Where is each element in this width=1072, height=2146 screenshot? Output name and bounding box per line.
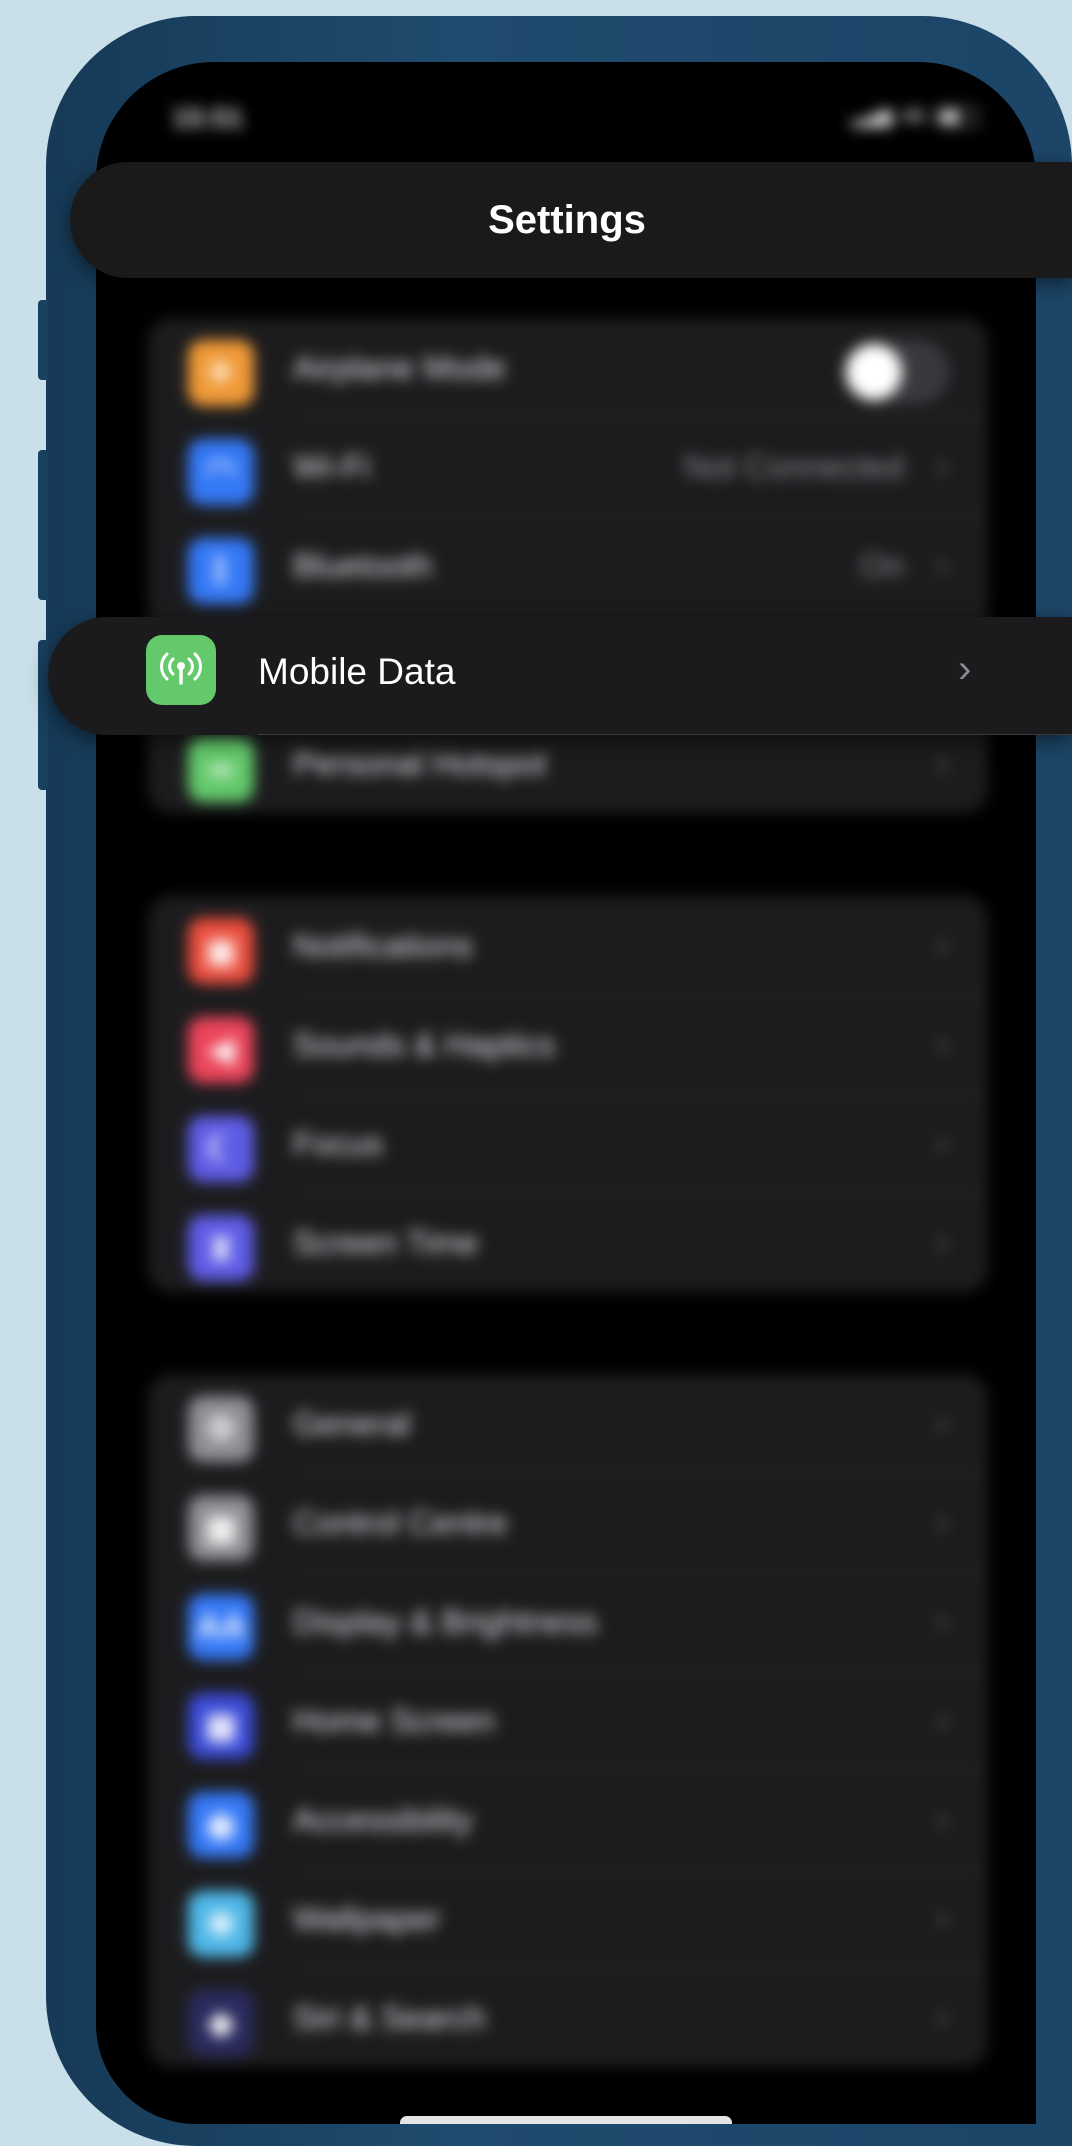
row-label: Siri & Search [293, 1998, 486, 2036]
mobile-data-label: Mobile Data [258, 651, 456, 692]
chevron-right-icon: › [936, 1223, 948, 1261]
focus-icon: ☾ [188, 1116, 254, 1182]
chevron-right-icon: › [936, 1503, 948, 1541]
row-label: Accessibility [293, 1800, 473, 1838]
settings-row-notifications[interactable]: ▣ Notifications › [148, 896, 988, 995]
settings-row-bluetooth[interactable]: ᛒ Bluetooth On › [148, 516, 988, 615]
accessibility-icon: ◉ [188, 1792, 254, 1858]
home-screen-icon: ▦ [188, 1693, 254, 1759]
volume-up-button [38, 450, 48, 600]
silent-switch [38, 300, 48, 380]
notifications-icon: ▣ [188, 918, 254, 984]
chevron-right-icon: › [936, 1404, 948, 1442]
page-title: Settings [488, 197, 646, 242]
chevron-right-icon: › [936, 1701, 948, 1739]
bluetooth-icon: ᛒ [188, 538, 254, 604]
settings-row-wi-fi[interactable]: ◠ Wi-Fi Not Connected › [148, 417, 988, 516]
row-label: Home Screen [293, 1701, 495, 1739]
settings-row-airplane-mode[interactable]: ✈ Airplane Mode [148, 318, 988, 417]
row-label: Focus [293, 1124, 383, 1162]
chevron-right-icon: › [936, 744, 948, 782]
siri-search-icon: ◆ [188, 1990, 254, 2056]
row-label: Display & Brightness [293, 1602, 598, 1640]
settings-row-control-centre[interactable]: ▦ Control Centre › [148, 1473, 988, 1572]
chevron-right-icon: › [936, 1025, 948, 1063]
row-label: Screen Time [293, 1223, 479, 1261]
row-separator [258, 734, 1072, 735]
airplane-mode-toggle[interactable] [842, 340, 950, 404]
status-time: 15:51 [172, 102, 244, 133]
signal-icon: ▂▄▆ [851, 106, 892, 126]
sounds-haptics-icon: ◀ [188, 1017, 254, 1083]
chevron-right-icon: › [936, 447, 948, 485]
row-label: General [293, 1404, 411, 1442]
chevron-right-icon: › [936, 1899, 948, 1937]
chevron-right-icon: › [936, 1998, 948, 2036]
personal-hotspot-icon: ∞ [188, 736, 254, 802]
row-label: Airplane Mode [293, 348, 506, 386]
row-label: Control Centre [293, 1503, 508, 1541]
blurred-settings-background: 15:51 ▂▄▆ 4G ✈ Airplane Mode ◠ Wi-Fi Not Con… [96, 62, 1036, 2124]
chevron-right-icon: › [958, 647, 972, 691]
settings-row-accessibility[interactable]: ◉ Accessibility › [148, 1770, 988, 1869]
network-type: 4G [901, 106, 926, 126]
row-label: Notifications [293, 926, 473, 964]
mobile-data-row[interactable]: Mobile Data › [48, 617, 1072, 735]
row-label: Bluetooth [293, 546, 433, 584]
row-value: Not Connected [683, 447, 904, 485]
chevron-right-icon: › [936, 1800, 948, 1838]
chevron-right-icon: › [936, 1602, 948, 1640]
control-centre-icon: ▦ [188, 1495, 254, 1561]
wi-fi-icon: ◠ [188, 439, 254, 505]
home-indicator[interactable] [400, 2116, 732, 2124]
settings-row-focus[interactable]: ☾ Focus › [148, 1094, 988, 1193]
volume-down-button [38, 640, 48, 790]
phone-screen: 15:51 ▂▄▆ 4G ✈ Airplane Mode ◠ Wi-Fi Not Con… [96, 62, 1036, 2124]
settings-group-2: ▣ Notifications › ◀ Sounds & Haptics › ☾ Focus ›… [148, 896, 988, 1292]
settings-row-sounds-haptics[interactable]: ◀ Sounds & Haptics › [148, 995, 988, 1094]
battery-icon [936, 106, 978, 127]
row-label: Personal Hotspot [293, 744, 547, 782]
chevron-right-icon: › [936, 1124, 948, 1162]
settings-row-wallpaper[interactable]: ❀ Wallpaper › [148, 1869, 988, 1968]
settings-title-callout: Settings [70, 162, 1072, 278]
chevron-right-icon: › [936, 926, 948, 964]
screen-time-icon: ⧗ [188, 1215, 254, 1281]
wallpaper-icon: ❀ [188, 1891, 254, 1957]
settings-group-1: ✈ Airplane Mode ◠ Wi-Fi Not Connected › ᛒ Bluet… [148, 318, 988, 813]
chevron-right-icon: › [936, 546, 948, 584]
general-icon: ⚙ [188, 1396, 254, 1462]
settings-row-siri-search[interactable]: ◆ Siri & Search › [148, 1968, 988, 2067]
settings-row-home-screen[interactable]: ▦ Home Screen › [148, 1671, 988, 1770]
status-bar: 15:51 ▂▄▆ 4G [96, 102, 1036, 142]
settings-row-display-brightness[interactable]: AA Display & Brightness › [148, 1572, 988, 1671]
display-brightness-icon: AA [188, 1594, 254, 1660]
settings-group-3: ⚙ General › ▦ Control Centre › AA Display & Bri… [148, 1374, 988, 2067]
row-label: Wi-Fi [293, 447, 370, 485]
row-label: Wallpaper [293, 1899, 441, 1937]
airplane-mode-icon: ✈ [188, 340, 254, 406]
row-value: On [859, 546, 904, 584]
settings-row-screen-time[interactable]: ⧗ Screen Time › [148, 1193, 988, 1292]
antenna-icon [146, 635, 216, 705]
row-label: Sounds & Haptics [293, 1025, 556, 1063]
settings-row-general[interactable]: ⚙ General › [148, 1374, 988, 1473]
